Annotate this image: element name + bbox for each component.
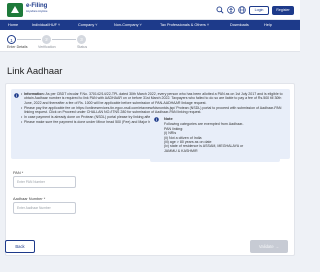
step-connector: [52, 39, 76, 40]
info-item-text: As per CBDT circular F.No. 370142/14/22-…: [24, 92, 283, 105]
back-button[interactable]: Back: [5, 240, 35, 253]
step-3-number: 3: [77, 35, 86, 44]
aadhaar-label: Aadhaar Number *: [13, 196, 46, 201]
nav-item-tax-professionals[interactable]: Tax Professionals & Others ˅: [160, 23, 209, 27]
register-button[interactable]: Register: [272, 6, 294, 15]
info-icon: [14, 93, 19, 98]
search-icon[interactable]: [216, 6, 224, 14]
nav-item-non-company[interactable]: Non-Company ˅: [114, 23, 142, 27]
step-1-number: 1: [7, 35, 16, 44]
brand-tagline: Anywhere Anytime: [26, 10, 48, 13]
nav-item-home[interactable]: Home: [8, 23, 18, 27]
login-button[interactable]: Login: [249, 6, 269, 15]
progress-stepper: 1 2 3 Enter Details Verification Status: [0, 30, 300, 52]
nav-item-downloads[interactable]: Downloads: [230, 23, 249, 27]
language-icon[interactable]: [238, 6, 246, 14]
info-icon: [154, 117, 159, 122]
nav-item-individual-huf[interactable]: Individual/HUF ˅: [32, 23, 60, 27]
link-aadhaar-card: Information: As per CBDT circular F.No. …: [5, 83, 295, 256]
validate-button[interactable]: Validate →: [250, 240, 288, 253]
step-1-label: Enter Details: [7, 45, 28, 49]
pan-input[interactable]: Enter PAN Number: [13, 176, 76, 188]
page-title: Link Aadhaar: [7, 66, 63, 77]
nav-item-help[interactable]: Help: [264, 23, 272, 27]
nav-item-company[interactable]: Company ˅: [78, 23, 98, 27]
main-nav: Home Individual/HUF ˅ Company ˅ Non-Comp…: [0, 20, 300, 30]
top-header: e-Filing Anywhere Anytime Login Register: [0, 0, 300, 20]
note-title: Note: [164, 116, 173, 121]
step-connector: [17, 39, 41, 40]
accessibility-icon[interactable]: [227, 6, 235, 14]
emblem-logo[interactable]: [7, 3, 23, 17]
step-2-label: Verification: [38, 45, 56, 49]
info-item: Information: As per CBDT circular F.No. …: [21, 92, 286, 105]
note-line: JAMMU & KASHMIR: [164, 148, 198, 153]
info-item-text: Please pay the applicable fee on https:/…: [24, 105, 282, 114]
info-item: Please pay the applicable fee on https:/…: [21, 106, 286, 115]
pan-label: PAN *: [13, 170, 24, 175]
aadhaar-input[interactable]: Enter Aadhaar Number: [13, 202, 76, 214]
brand-name: e-Filing: [26, 3, 48, 9]
step-3-label: Status: [77, 45, 88, 49]
note-panel: Note Following categories are exempted f…: [150, 114, 280, 162]
step-2-number: 2: [42, 35, 51, 44]
